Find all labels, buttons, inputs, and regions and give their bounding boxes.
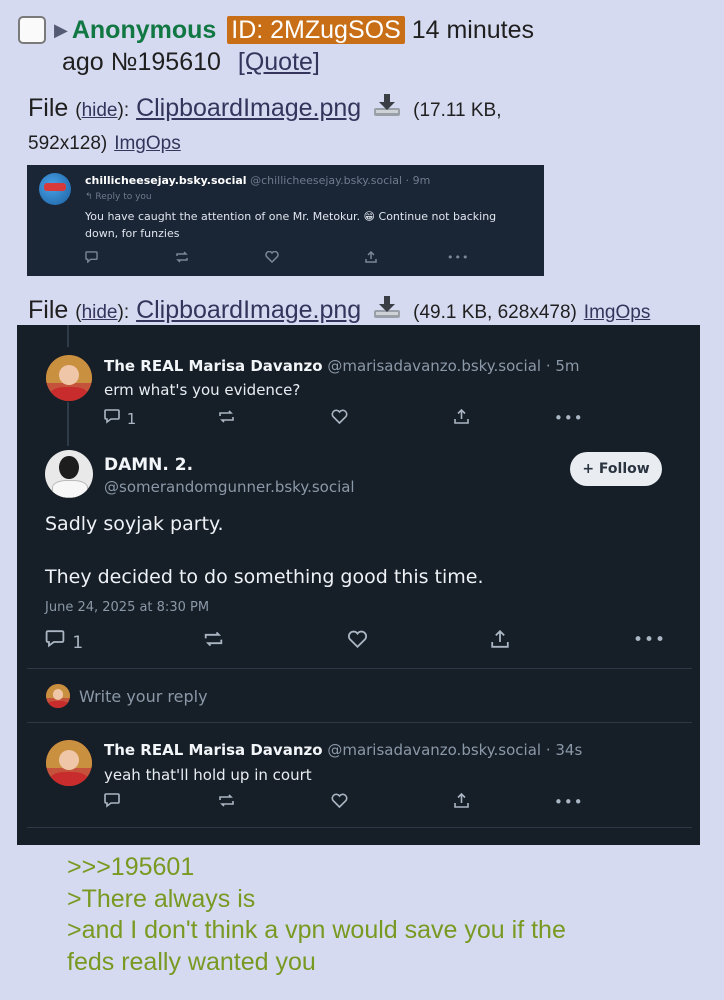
divider xyxy=(27,668,692,669)
post-time: 14 minutes xyxy=(411,16,534,44)
post-author-handle: @marisadavanzo.bsky.social · 5m xyxy=(327,357,580,375)
share-icon xyxy=(454,792,469,808)
share-icon xyxy=(454,408,469,424)
post-author-name: DAMN. 2. xyxy=(104,455,194,475)
download-icon[interactable] xyxy=(372,294,402,327)
post-date: June 24, 2025 at 8:30 PM xyxy=(45,600,210,615)
image-handle: @chillicheesejay.bsky.social · 9m xyxy=(250,174,431,187)
file-meta-1: (17.11 KB, xyxy=(413,100,502,121)
image-username: chillicheesejay.bsky.social xyxy=(85,174,247,187)
avatar xyxy=(46,355,92,401)
greentext-line: >There always is xyxy=(67,884,256,913)
post-actions: ••• xyxy=(104,792,584,813)
reply-count: 1 xyxy=(126,410,137,428)
post-text: yeah that'll hold up in court xyxy=(104,766,312,784)
post-header: ▶ Anonymous ID: 2MZugSOS 14 minutes ago №… xyxy=(18,14,698,78)
follow-button[interactable]: + Follow xyxy=(570,452,662,486)
divider xyxy=(27,827,692,828)
hide-link[interactable]: hide xyxy=(82,302,118,323)
quote-link[interactable]: [Quote] xyxy=(238,48,320,76)
share-icon xyxy=(491,629,509,648)
avatar xyxy=(39,173,71,205)
avatar xyxy=(46,740,92,786)
post-body: >>>195601 >There always is >and I don't … xyxy=(67,852,687,978)
imgops-link[interactable]: ImgOps xyxy=(114,133,181,154)
repost-icon xyxy=(204,631,223,647)
file-meta-1b: 592x128) xyxy=(28,133,108,154)
poster-name: Anonymous xyxy=(71,16,217,44)
image-post-text: You have caught the attention of one Mr.… xyxy=(85,210,497,240)
comment-icon xyxy=(104,793,120,808)
file-meta-2: (49.1 KB, 628x478) xyxy=(413,302,577,323)
thread-line xyxy=(67,402,69,446)
repost-icon xyxy=(175,251,189,266)
greentext-line: feds really wanted you xyxy=(67,947,316,976)
imgops-link[interactable]: ImgOps xyxy=(584,302,651,323)
post-select-checkbox[interactable] xyxy=(18,16,46,44)
heart-icon xyxy=(347,630,368,649)
post-actions: 1 ••• xyxy=(104,408,584,429)
heart-icon xyxy=(331,793,348,809)
post-author-handle: @marisadavanzo.bsky.social · 34s xyxy=(327,741,583,759)
repost-icon xyxy=(219,794,234,807)
file-name-link[interactable]: ClipboardImage.png xyxy=(136,296,361,324)
reply-input[interactable]: Write your reply xyxy=(79,687,208,706)
file-info-2: File (hide): ClipboardImage.png (49.1 KB… xyxy=(28,294,718,328)
attached-image-1[interactable]: chillicheesejay.bsky.social @chillichees… xyxy=(27,165,544,276)
post-author-name: The REAL Marisa Davanzo xyxy=(104,741,323,759)
comment-icon xyxy=(85,251,98,266)
more-icon: ••• xyxy=(554,409,584,427)
download-icon[interactable] xyxy=(372,92,402,125)
more-icon: ••• xyxy=(633,630,667,650)
file-info-1: File (hide): ClipboardImage.png (17.11 K… xyxy=(28,92,502,154)
post-text-line-2: They decided to do something good this t… xyxy=(45,566,484,588)
heart-icon xyxy=(331,409,348,425)
avatar xyxy=(46,684,70,708)
post-time-suffix: ago xyxy=(62,48,104,76)
divider xyxy=(27,722,692,723)
greentext-line: >and I don't think a vpn would save you … xyxy=(67,916,566,944)
attached-image-2[interactable]: The REAL Marisa Davanzo @marisadavanzo.b… xyxy=(17,325,700,845)
expand-triangle-icon[interactable]: ▶ xyxy=(54,14,68,46)
comment-icon xyxy=(45,630,65,648)
hide-link[interactable]: hide xyxy=(82,100,118,121)
comment-icon xyxy=(104,409,120,424)
repost-icon xyxy=(219,410,234,423)
post-author-handle: @somerandomgunner.bsky.social xyxy=(104,478,355,496)
share-icon xyxy=(365,250,377,266)
post-number[interactable]: №195610 xyxy=(111,48,221,76)
thread-line xyxy=(67,325,69,347)
file-name-link[interactable]: ClipboardImage.png xyxy=(136,94,361,122)
more-icon: ••• xyxy=(447,251,470,264)
file-label: File xyxy=(28,296,69,324)
post-author-name: The REAL Marisa Davanzo xyxy=(104,357,323,375)
poster-id-badge[interactable]: ID: 2MZugSOS xyxy=(227,16,405,44)
reply-count: 1 xyxy=(72,633,84,653)
more-icon: ••• xyxy=(554,793,584,811)
quote-backlink[interactable]: >>>195601 xyxy=(67,852,687,884)
heart-icon xyxy=(265,250,279,266)
reply-to-label: ↰ Reply to you xyxy=(85,192,152,202)
post-text: erm what's you evidence? xyxy=(104,381,301,399)
file-label: File xyxy=(28,94,69,122)
post-actions: 1 ••• xyxy=(45,629,667,654)
post-text-line-1: Sadly soyjak party. xyxy=(45,513,224,535)
avatar xyxy=(45,450,93,498)
